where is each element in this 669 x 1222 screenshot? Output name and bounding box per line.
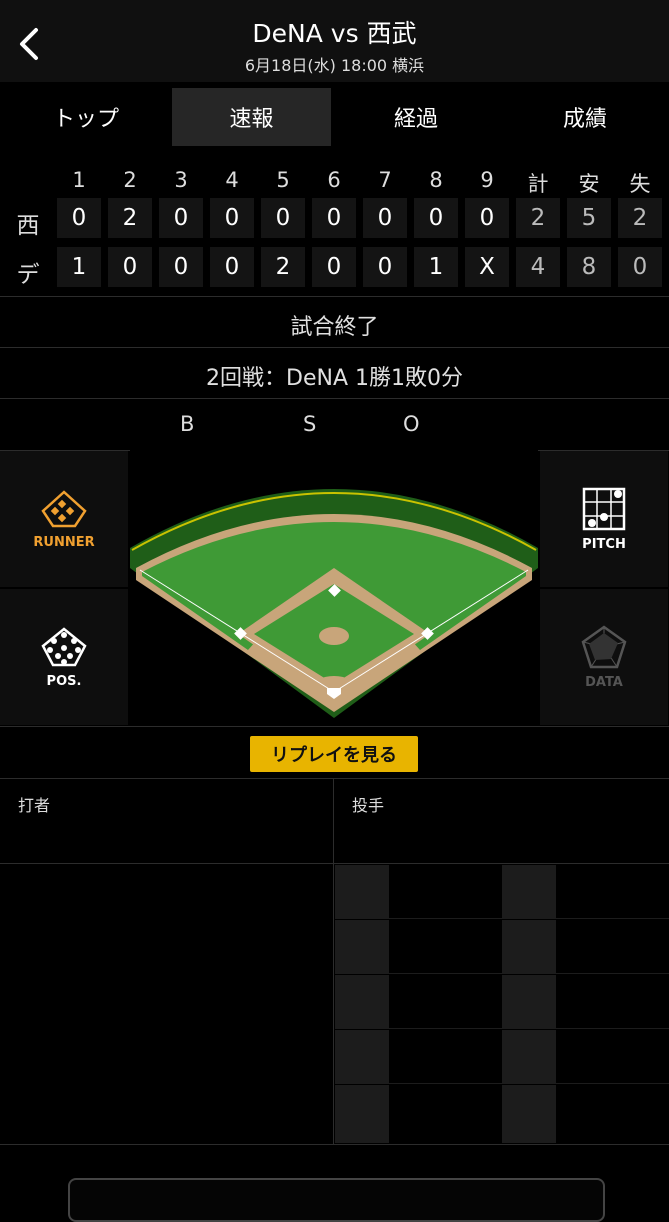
runner-button[interactable]: RUNNER [0,451,128,587]
replay-button[interactable]: リプレイを見る [250,736,418,772]
divider [0,347,669,348]
pitch-zone-cell [502,975,556,1028]
inning-header: 7 [378,168,392,192]
pitch-zone-line [335,1028,669,1029]
inning-header: 6 [327,168,341,192]
data-label: DATA [585,674,623,690]
pitcher-label: 投手 [352,796,385,815]
divider [0,296,669,297]
hits-header: 安 [578,172,600,196]
fielder-positions-icon [41,626,87,666]
pitch-zone-cell [335,865,389,918]
baseball-field [130,450,538,726]
hits-cell: 8 [567,247,611,287]
pitch-zone-line [335,918,669,919]
inning-header: 9 [480,168,494,192]
hits-cell: 5 [567,198,611,238]
game-status: 試合終了 [290,315,379,340]
score-cell: 0 [210,247,254,287]
tab-top[interactable]: トップ [0,88,172,146]
score-cell: 0 [159,247,203,287]
tab-live[interactable]: 速報 [172,88,331,146]
score-cell: 0 [108,247,152,287]
batter-label: 打者 [18,796,51,815]
pitch-zone-cell [335,1030,389,1083]
ball-count-label: B [180,412,195,436]
total-cell: 2 [516,198,560,238]
score-cell: 0 [363,247,407,287]
runner-diamond-icon [41,489,87,527]
inning-header: 3 [174,168,188,192]
divider [0,1144,669,1145]
divider [0,398,669,399]
score-cell: 2 [108,198,152,238]
position-button[interactable]: POS. [0,589,128,725]
pitch-zone-line [335,1083,669,1084]
pitch-zone-cell [502,865,556,918]
divider [0,778,669,779]
divider [0,863,669,864]
divider [0,726,669,727]
team-dena: デ [16,262,40,288]
pitch-zone-cell [335,920,389,973]
score-cell: 1 [414,247,458,287]
score-cell: X [465,247,509,287]
radar-chart-icon [581,624,627,668]
pitch-label: PITCH [582,536,626,552]
scoreboard: 1 2 3 4 5 6 7 8 9 計 安 失 西 0 2 0 0 0 0 0 … [0,160,669,295]
divider [333,778,334,1144]
inning-header: 4 [225,168,239,192]
score-cell: 0 [159,198,203,238]
score-cell: 0 [312,198,356,238]
runner-label: RUNNER [33,534,95,550]
series-record: 2回戦：DeNA 1勝1敗0分 [206,366,463,391]
score-cell: 1 [57,247,101,287]
pitch-zone-cell [502,1085,556,1143]
errors-cell: 0 [618,247,662,287]
out-count-label: O [403,412,420,436]
pitch-zone-cell [335,975,389,1028]
pitch-button[interactable]: PITCH [540,451,668,587]
page-title: DeNA vs 西武 [252,19,417,48]
pitch-zone-cell [502,920,556,973]
score-cell: 0 [210,198,254,238]
team-seibu: 西 [16,213,40,239]
score-cell: 0 [57,198,101,238]
tab-stats[interactable]: 成績 [501,88,669,146]
game-datetime: 6月18日(水) 18:00 横浜 [244,56,425,75]
pitch-grid-icon [582,487,626,530]
errors-cell: 2 [618,198,662,238]
tab-bar: トップ 速報 経過 成績 [0,88,669,148]
inning-header: 8 [429,168,443,192]
score-cell: 0 [261,198,305,238]
inning-header: 2 [123,168,137,192]
score-cell: 0 [363,198,407,238]
score-cell: 0 [465,198,509,238]
inning-header: 5 [276,168,290,192]
pitch-zone-cell [335,1085,389,1143]
pitch-zone-cell [502,1030,556,1083]
position-label: POS. [46,673,82,689]
total-header: 計 [527,172,549,196]
errors-header: 失 [629,172,651,196]
bottom-action-button[interactable] [68,1178,605,1222]
tab-progress[interactable]: 経過 [331,88,501,146]
inning-header: 1 [72,168,86,192]
score-cell: 2 [261,247,305,287]
strike-count-label: S [303,412,317,436]
total-cell: 4 [516,247,560,287]
score-cell: 0 [312,247,356,287]
data-button[interactable]: DATA [540,589,668,725]
pitch-zone-line [335,973,669,974]
score-cell: 0 [414,198,458,238]
